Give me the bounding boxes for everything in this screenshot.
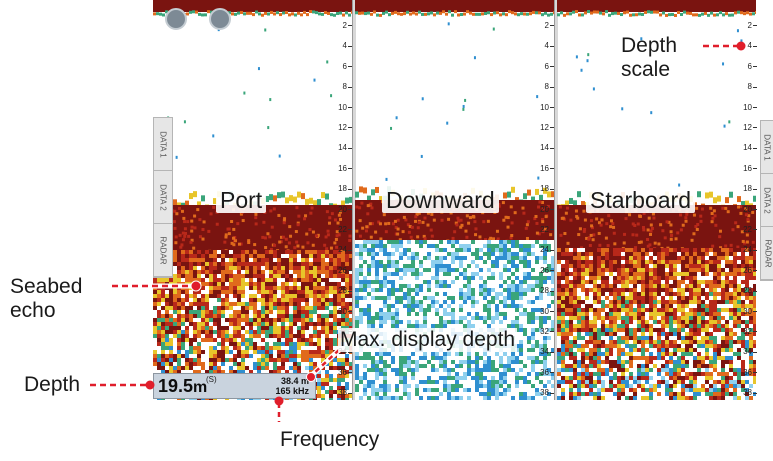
callout-max-display-depth: Max. display depth bbox=[338, 328, 518, 352]
callout-depth: Depth bbox=[24, 373, 81, 396]
callout-seabed-echo: Seabed echo bbox=[10, 275, 83, 322]
callout-frequency: Frequency bbox=[280, 428, 380, 451]
callout-depth-scale: Depth scale bbox=[621, 34, 678, 81]
